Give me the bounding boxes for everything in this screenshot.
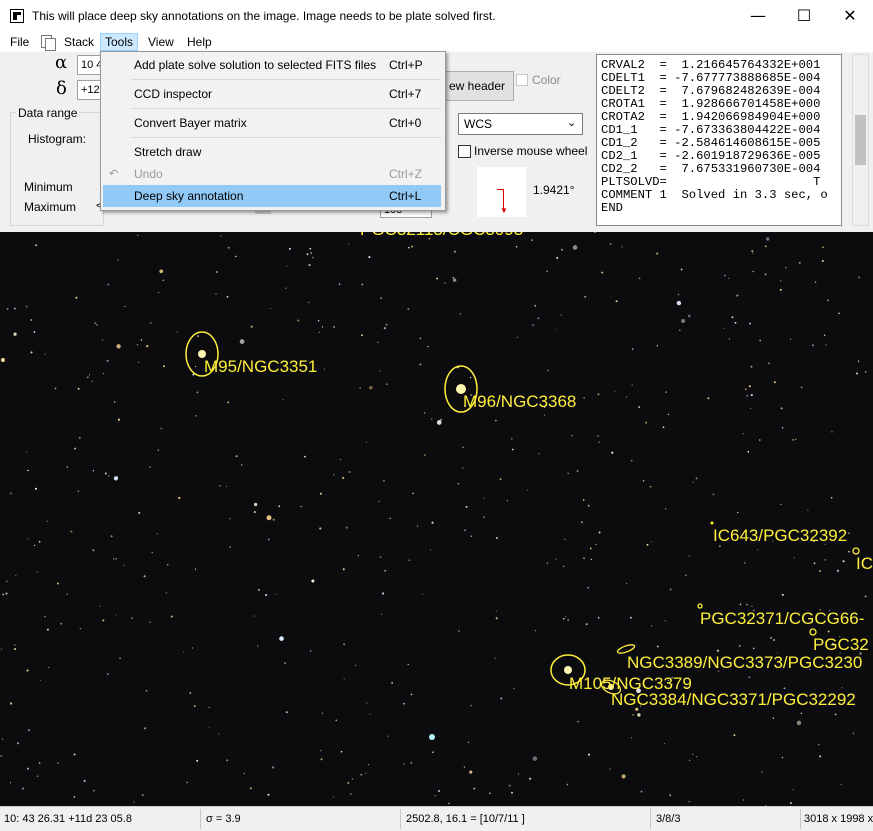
stack-icon [41,35,56,51]
view-header-button[interactable]: ew header [440,71,514,101]
annotation-label-partial: PGC32113/CGC3093 [360,232,523,240]
header-scrollbar[interactable] [852,54,869,226]
wcs-select[interactable]: WCS ⌄ [458,113,583,135]
pgc32371-marker [697,603,703,609]
annotation-label: IC643/PGC32392 [713,526,848,545]
delta-label: δ [56,78,67,99]
window-title: This will place deep sky annotations on … [32,9,496,23]
status-separator [200,809,201,829]
menu-item-ccd-inspector[interactable]: CCD inspector Ctrl+7 [103,83,441,105]
status-ratio: 3/8/3 [656,813,681,825]
menu-item-undo: ↶ Undo Ctrl+Z [103,163,441,185]
undo-icon: ↶ [109,168,119,180]
orientation-indicator: ▼ [477,167,526,217]
sky-image[interactable]: PGC32113/CGC3093 M95/NGC3351 M96/NGC3368… [0,232,873,806]
status-sigma: σ = 3.9 [206,813,241,825]
histogram-label: Histogram: [28,132,87,146]
menu-bar: File Stack Tools View Help [0,32,873,52]
alpha-label: α [55,52,68,73]
annotation-label: NGC3384/NGC3371/PGC32292 [611,690,856,709]
annotation-label: M95/NGC3351 [204,357,318,376]
menu-tools[interactable]: Tools [100,33,139,51]
minimum-label: Minimum [24,180,73,194]
arrow-down-icon: ▼ [500,206,508,215]
annotation-overlay [185,331,860,695]
status-dimensions: 3018 x 1998 x [804,813,873,825]
status-coordinates: 10: 43 26.31 +11d 23 05.8 [4,813,132,825]
menu-item-convert-bayer[interactable]: Convert Bayer matrix Ctrl+0 [103,112,441,134]
chevron-down-icon: ⌄ [567,117,577,129]
annotation-label: IC [856,554,873,573]
status-bar: 10: 43 26.31 +11d 23 05.8 σ = 3.9 2502.8… [0,806,873,831]
status-separator [400,809,401,829]
status-pixel-value: 2502.8, 16.1 = [10/7/11 ] [406,813,525,825]
menu-item-deep-sky-annotation[interactable]: Deep sky annotation Ctrl+L [103,185,441,207]
title-bar: This will place deep sky annotations on … [0,0,873,33]
menu-item-stretch-draw[interactable]: Stretch draw [103,141,441,163]
inverse-wheel-checkbox[interactable] [458,145,471,158]
data-range-label: Data range [16,106,80,120]
wcs-select-value: WCS [464,117,492,131]
app-icon[interactable] [10,9,24,23]
ic643-marker [710,521,714,525]
m105-galaxy [564,666,572,674]
color-checkbox-label: Color [532,73,561,87]
maximum-label: Maximum [24,200,77,214]
menu-separator [131,108,441,109]
tools-dropdown-menu: Add plate solve solution to selected FIT… [100,51,446,211]
fits-header-text[interactable]: CRVAL2 = 1.216645764332E+001 CDELT1 = -7… [596,54,842,226]
close-button[interactable]: ✕ [827,0,873,32]
inverse-wheel-label: Inverse mouse wheel [474,144,588,158]
annotation-label: M96/NGC3368 [463,392,577,411]
annotation-label: PGC32371/CGCG66- [700,609,865,628]
menu-file[interactable]: File [6,34,33,50]
menu-stack[interactable]: Stack [60,34,98,50]
menu-view[interactable]: View [144,34,178,50]
color-checkbox[interactable] [516,74,528,86]
menu-help[interactable]: Help [183,34,216,50]
menu-separator [131,137,441,138]
maximize-button[interactable]: ☐ [781,0,827,32]
annotation-label: PGC32 [813,635,869,654]
annotation-label: NGC3389/NGC3373/PGC3230 [627,653,863,672]
minimize-button[interactable]: — [735,0,781,32]
scrollbar-thumb[interactable] [855,115,866,165]
menu-separator [131,79,441,80]
status-separator [800,809,801,829]
menu-item-add-plate-solve[interactable]: Add plate solve solution to selected FIT… [103,54,441,76]
status-separator [650,809,651,829]
rotation-angle: 1.9421° [533,183,575,197]
